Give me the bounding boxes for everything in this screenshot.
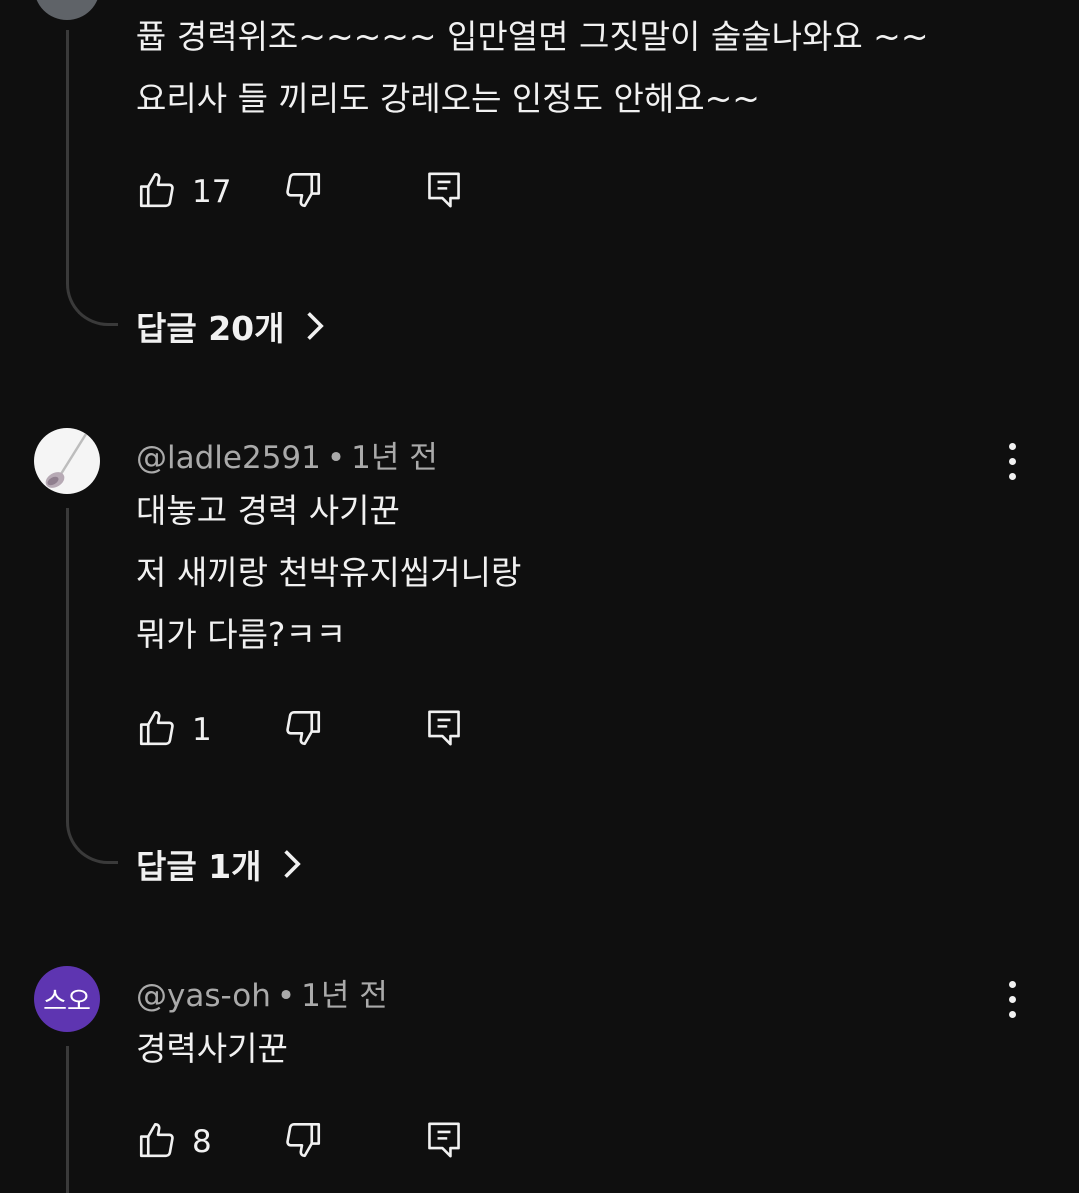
comment-text-line: 대놓고 경력 사기꾼 [136,491,400,530]
comment-text-line: 요리사 들 끼리도 강레오는 인정도 안해요~~ [136,79,760,118]
chevron-right-icon [283,850,301,878]
replies-count: 답글 1개 [136,847,262,886]
reply-icon [428,1122,460,1158]
thumbs-up-icon [139,172,174,208]
reply-icon [428,172,460,208]
view-replies-link[interactable]: 답글 1개 [136,840,306,888]
comment-author[interactable]: @yas-oh [136,978,271,1014]
like-count: 1 [192,712,212,748]
comment-header: @ladle2591 • 1년 전 [136,432,438,477]
reply-button[interactable] [424,1119,464,1165]
dislike-button[interactable] [282,707,324,753]
thumbs-down-icon [286,1122,321,1158]
like-count: 17 [192,174,232,210]
comment-actions: 17 [136,168,464,216]
dislike-button[interactable] [282,1119,324,1165]
reply-button[interactable] [424,707,464,753]
comment-header: @yas-oh • 1년 전 [136,970,388,1015]
like-button[interactable] [136,1119,178,1165]
thumbs-down-icon [286,172,321,208]
reply-icon [428,710,460,746]
dislike-button[interactable] [282,169,324,215]
comment-actions: 8 [136,1118,464,1166]
separator-dot: • [276,978,296,1014]
avatar[interactable] [34,428,100,494]
replies-count: 답글 20개 [136,309,285,348]
separator-dot: • [326,440,346,476]
comment-time: 1년 전 [351,440,438,476]
comment-text-line: 경력사기꾼 [136,1029,288,1068]
like-button[interactable] [136,169,178,215]
like-button[interactable] [136,707,178,753]
avatar-initials: 스오 [43,986,91,1017]
thumbs-up-icon [139,710,174,746]
comment-author[interactable]: @ladle2591 [136,440,321,476]
thread-line [66,30,69,282]
thread-line-curve [66,820,118,864]
comment-text-line: 퓹 경력위조~~~~~ 입만열면 그짓말이 술술나와요 ~~ [136,17,929,56]
thread-line-curve [66,282,118,326]
thumbs-down-icon [286,710,321,746]
comment-actions: 1 [136,706,464,754]
chevron-right-icon [306,312,324,340]
like-count: 8 [192,1124,212,1160]
comment-text-line: 저 새끼랑 천박유지씹거니랑 [136,553,522,592]
avatar[interactable]: 스오 [34,966,100,1032]
view-replies-link[interactable]: 답글 20개 [136,302,329,350]
more-options-button[interactable] [1006,980,1018,1020]
comment-time: 1년 전 [301,978,388,1014]
thread-line [66,508,69,820]
comment-text-line: 뭐가 다름?ㅋㅋ [136,615,347,654]
ladle-avatar-image [45,432,88,488]
reply-button[interactable] [424,169,464,215]
avatar[interactable] [34,0,100,20]
thumbs-up-icon [139,1122,174,1158]
more-options-button[interactable] [1006,442,1018,482]
thread-line [66,1046,69,1193]
